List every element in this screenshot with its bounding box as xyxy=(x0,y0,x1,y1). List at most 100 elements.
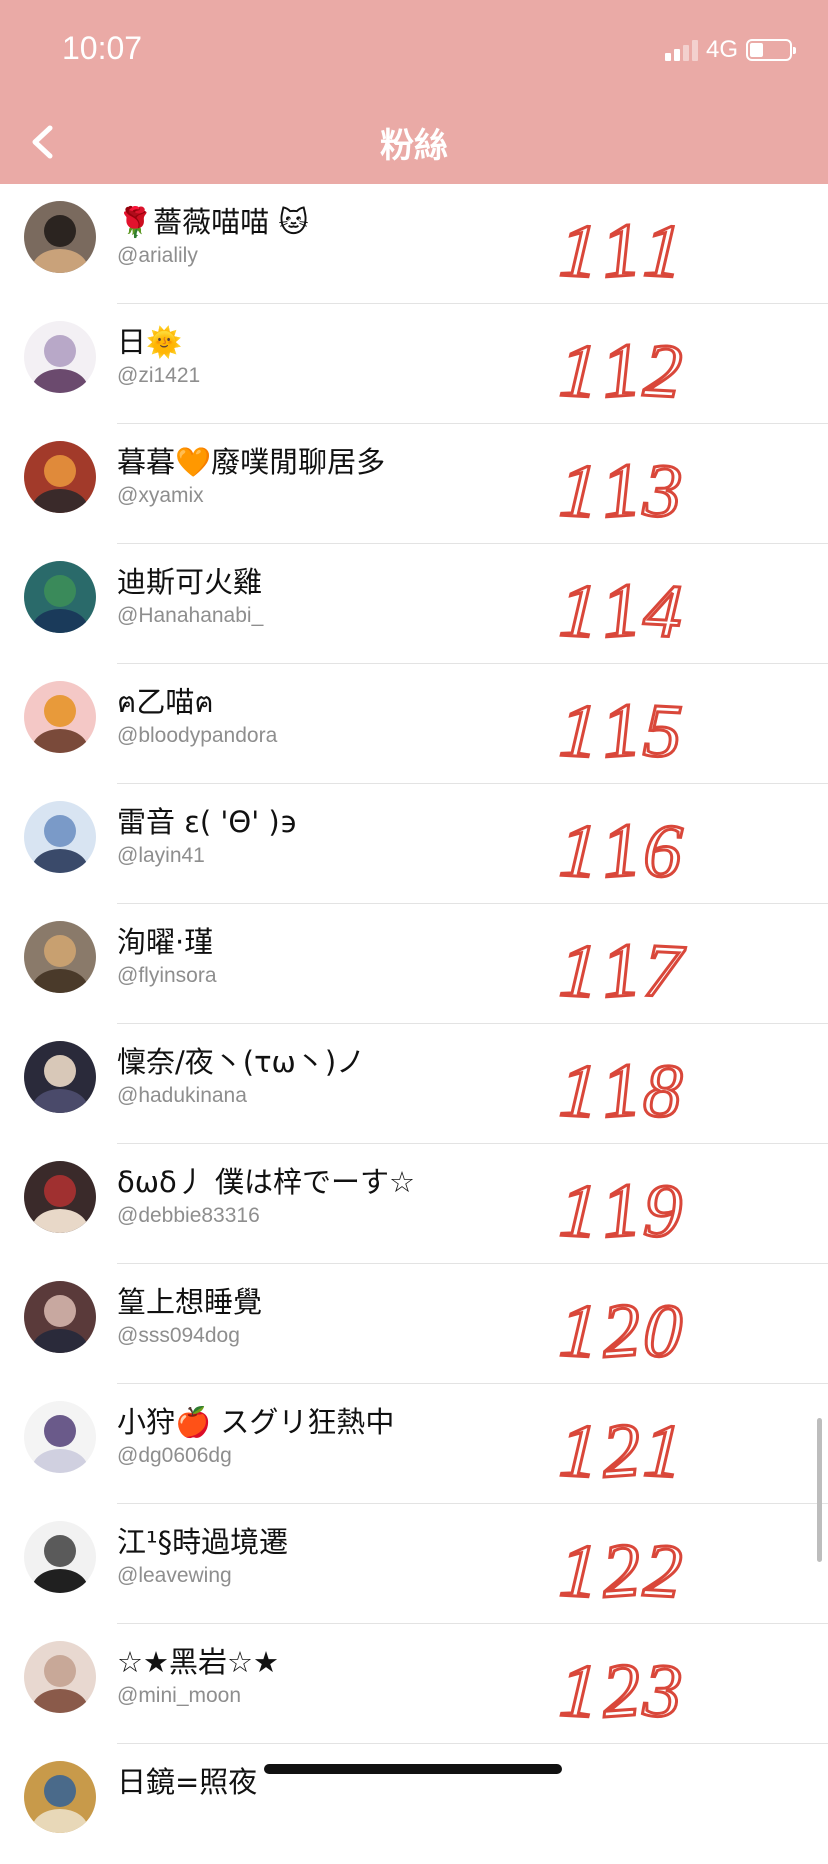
svg-text:2: 2 xyxy=(642,1528,684,1614)
follower-name: 篁上想睡覺 xyxy=(117,1285,263,1319)
follower-row[interactable]: 日🌞 @zi1421 1 1 2 xyxy=(0,304,828,424)
handwritten-number: 117 xyxy=(550,918,730,1018)
handwritten-number: 118 xyxy=(550,1038,730,1138)
svg-text:2: 2 xyxy=(599,1527,643,1613)
follower-row[interactable]: 洵曜·瑾 @flyinsora 1 1 7 xyxy=(0,904,828,1024)
svg-text:1: 1 xyxy=(599,687,643,773)
svg-text:1: 1 xyxy=(599,567,643,653)
follower-name: 懍奈/夜丶(τω丶)ノ xyxy=(117,1045,366,1079)
avatar[interactable] xyxy=(24,441,96,513)
follower-name: 日🌞 xyxy=(117,325,183,359)
follower-name: ฅ乙喵ฅ xyxy=(117,685,214,719)
follower-row[interactable]: 迪斯可火雞 @Hanahanabi_ 1 1 4 xyxy=(0,544,828,664)
follower-name: 日鏡=照夜 xyxy=(117,1765,258,1799)
follower-row[interactable]: 雷音 ɛ( 'Θ' )϶ @layin41 1 1 6 xyxy=(0,784,828,904)
network-label: 4G xyxy=(705,36,738,63)
avatar[interactable] xyxy=(24,681,96,753)
follower-row[interactable]: 暮暮🧡廢噗閒聊居多 @xyamix 1 1 3 xyxy=(0,424,828,544)
follower-handle: @dg0606dg xyxy=(117,1444,232,1467)
follower-handle: @bloodypandora xyxy=(117,724,278,747)
svg-text:1: 1 xyxy=(642,208,684,294)
avatar[interactable] xyxy=(24,921,96,993)
svg-text:1: 1 xyxy=(558,568,600,654)
follower-handle: @mini_moon xyxy=(117,1684,242,1707)
follower-handle: @leavewing xyxy=(117,1564,232,1587)
svg-text:1: 1 xyxy=(558,208,600,294)
svg-text:5: 5 xyxy=(642,688,684,774)
svg-text:1: 1 xyxy=(558,688,600,774)
follower-name: 暮暮🧡廢噗閒聊居多 xyxy=(117,445,386,479)
follower-row[interactable]: 江¹§時過境遷 @leavewing 1 2 2 xyxy=(0,1504,828,1624)
svg-text:1: 1 xyxy=(558,1048,600,1134)
signal-icon xyxy=(664,39,698,61)
handwritten-number: 115 xyxy=(550,678,730,778)
avatar[interactable] xyxy=(24,1521,96,1593)
svg-text:1: 1 xyxy=(599,327,643,413)
svg-text:9: 9 xyxy=(642,1168,684,1254)
follower-row[interactable]: 懍奈/夜丶(τω丶)ノ @hadukinana 1 1 8 xyxy=(0,1024,828,1144)
svg-text:1: 1 xyxy=(599,447,643,533)
follower-row[interactable]: δωδ丿 僕は梓でーす☆ @debbie83316 1 1 9 xyxy=(0,1144,828,1264)
svg-text:0: 0 xyxy=(642,1288,684,1374)
follower-row[interactable]: ☆★黑岩☆★ @mini_moon 1 2 3 xyxy=(0,1624,828,1744)
follower-name: 小狩🍎 スグリ狂熱中 xyxy=(117,1405,395,1439)
handwritten-number: 120 xyxy=(550,1278,730,1378)
follower-row[interactable]: 日鏡=照夜 xyxy=(0,1744,828,1864)
svg-text:1: 1 xyxy=(558,328,600,414)
svg-text:1: 1 xyxy=(642,1408,684,1494)
svg-text:1: 1 xyxy=(558,808,600,894)
svg-text:1: 1 xyxy=(599,207,643,293)
follower-handle: @Hanahanabi_ xyxy=(117,604,264,627)
svg-text:8: 8 xyxy=(642,1048,684,1134)
avatar[interactable] xyxy=(24,321,96,393)
follower-name: 🌹薔薇喵喵 🐱 xyxy=(117,205,309,239)
follower-row[interactable]: 篁上想睡覺 @sss094dog 1 2 0 xyxy=(0,1264,828,1384)
svg-text:3: 3 xyxy=(641,448,684,534)
avatar[interactable] xyxy=(24,1281,96,1353)
status-time: 10:07 xyxy=(62,30,143,66)
svg-text:1: 1 xyxy=(558,1168,600,1254)
follower-row[interactable]: ฅ乙喵ฅ @bloodypandora 1 1 5 xyxy=(0,664,828,784)
svg-text:4: 4 xyxy=(642,568,684,654)
follower-handle: @layin41 xyxy=(117,844,205,867)
avatar[interactable] xyxy=(24,1641,96,1713)
follower-name: 洵曜·瑾 xyxy=(117,925,214,959)
avatar[interactable] xyxy=(24,1041,96,1113)
handwritten-number: 114 xyxy=(550,558,730,658)
svg-text:7: 7 xyxy=(642,928,687,1014)
svg-text:1: 1 xyxy=(599,1047,643,1133)
follower-handle: @zi1421 xyxy=(117,364,201,387)
follower-handle: @hadukinana xyxy=(117,1084,247,1107)
svg-text:1: 1 xyxy=(558,928,600,1014)
handwritten-number: 111 xyxy=(550,198,730,298)
handwritten-number: 123 xyxy=(550,1638,730,1738)
svg-text:1: 1 xyxy=(558,1288,600,1374)
avatar[interactable] xyxy=(24,801,96,873)
avatar[interactable] xyxy=(24,201,96,273)
svg-text:2: 2 xyxy=(599,1647,643,1733)
battery-icon xyxy=(746,39,796,61)
svg-text:1: 1 xyxy=(599,1167,643,1253)
page-title: 粉絲 xyxy=(380,126,448,166)
svg-text:1: 1 xyxy=(558,448,600,534)
avatar[interactable] xyxy=(24,1401,96,1473)
handwritten-number: 119 xyxy=(550,1158,730,1258)
avatar[interactable] xyxy=(24,1161,96,1233)
svg-text:1: 1 xyxy=(599,927,643,1013)
svg-text:2: 2 xyxy=(642,328,684,414)
follower-handle: @xyamix xyxy=(117,484,204,507)
avatar[interactable] xyxy=(24,1761,96,1833)
svg-text:1: 1 xyxy=(558,1408,600,1494)
follower-name: 雷音 ɛ( 'Θ' )϶ xyxy=(117,805,298,839)
home-indicator xyxy=(264,1764,562,1774)
avatar[interactable] xyxy=(24,561,96,633)
svg-text:3: 3 xyxy=(641,1648,684,1734)
follower-row[interactable]: 🌹薔薇喵喵 🐱 @arialily 1 1 1 xyxy=(0,184,828,304)
follower-handle: @sss094dog xyxy=(117,1324,240,1347)
svg-text:2: 2 xyxy=(599,1407,643,1493)
svg-text:1: 1 xyxy=(599,807,643,893)
follower-row[interactable]: 小狩🍎 スグリ狂熱中 @dg0606dg 1 2 1 xyxy=(0,1384,828,1504)
followers-list[interactable]: 🌹薔薇喵喵 🐱 @arialily 1 1 1 日🌞 @zi1421 1 1 2 暮暮🧡廢噗閒聊居多… xyxy=(0,184,828,1864)
scrollbar[interactable] xyxy=(817,1418,822,1562)
follower-name: 迪斯可火雞 xyxy=(117,565,263,599)
